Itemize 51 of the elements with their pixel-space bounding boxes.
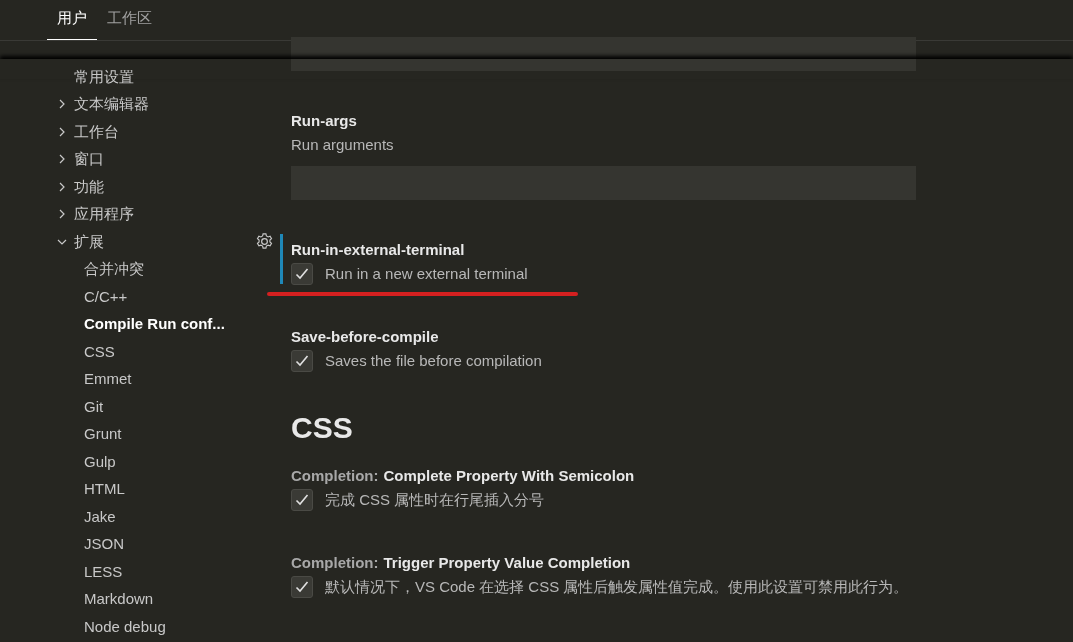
sidebar-item[interactable]: 合并冲突 — [84, 258, 144, 281]
checkbox[interactable] — [291, 489, 313, 511]
check-icon — [294, 353, 310, 369]
setting-description: Run arguments — [291, 135, 395, 155]
sidebar-item[interactable]: Node debug — [84, 615, 166, 638]
sidebar-item[interactable]: Gulp — [84, 450, 116, 473]
chevron-right-icon[interactable] — [57, 181, 67, 192]
check-icon — [294, 492, 310, 508]
chevron-right-icon[interactable] — [57, 99, 67, 110]
input-field[interactable] — [291, 37, 916, 71]
sidebar-item[interactable]: Git — [84, 395, 104, 418]
setting-title: Run-args — [291, 111, 357, 131]
sidebar-item[interactable]: 常用设置 — [74, 65, 134, 88]
sidebar-item[interactable]: C/C++ — [84, 285, 128, 308]
setting-description: 默认情况下，VS Code 在选择 CSS 属性后触发属性值完成。使用此设置可禁用此行为。 — [325, 577, 909, 597]
checkbox[interactable] — [291, 576, 313, 598]
sidebar-item[interactable]: 文本编辑器 — [74, 93, 149, 116]
sidebar-item[interactable]: Emmet — [84, 368, 132, 391]
sidebar-item[interactable]: 窗口 — [74, 148, 104, 171]
setting-category: Completion: — [291, 466, 379, 486]
sidebar-item[interactable]: Grunt — [84, 423, 122, 446]
sidebar-item[interactable]: 功能 — [74, 175, 104, 198]
check-icon — [294, 266, 310, 282]
setting-title: Trigger Property Value Completion — [383, 553, 631, 573]
check-icon — [294, 579, 310, 595]
setting-category: Completion: — [291, 553, 379, 573]
setting-description: 完成 CSS 属性时在行尾插入分号 — [325, 490, 545, 510]
setting-description: Saves the file before compilation — [325, 351, 542, 371]
setting-description: Run in a new external terminal — [325, 264, 528, 284]
checkbox[interactable] — [291, 350, 313, 372]
settings-tab[interactable]: 工作区 — [97, 6, 162, 40]
section-heading: CSS — [291, 410, 354, 446]
sidebar-item[interactable]: Markdown — [84, 588, 154, 611]
sidebar-item[interactable]: CSS — [84, 340, 115, 363]
checkbox[interactable] — [291, 263, 313, 285]
chevron-right-icon[interactable] — [57, 154, 67, 165]
settings-tab[interactable]: 用户 — [47, 6, 97, 40]
chevron-right-icon[interactable] — [57, 209, 67, 220]
settings-icon[interactable] — [255, 232, 274, 251]
sidebar-item[interactable]: Jake — [84, 505, 116, 528]
sidebar-item[interactable]: 应用程序 — [74, 203, 134, 226]
setting-title: Save-before-compile — [291, 327, 439, 347]
sidebar-item[interactable]: Compile Run conf... — [84, 313, 225, 336]
setting-title: Complete Property With Semicolon — [383, 466, 635, 486]
sidebar-item[interactable]: 工作台 — [74, 120, 119, 143]
sidebar-item[interactable]: LESS — [84, 560, 123, 583]
sidebar-item[interactable]: JSON — [84, 533, 124, 556]
sidebar-item[interactable]: 扩展 — [74, 230, 104, 253]
sidebar-item[interactable]: HTML — [84, 478, 125, 501]
setting-title: Run-in-external-terminal — [291, 240, 465, 260]
chevron-right-icon[interactable] — [57, 126, 67, 137]
